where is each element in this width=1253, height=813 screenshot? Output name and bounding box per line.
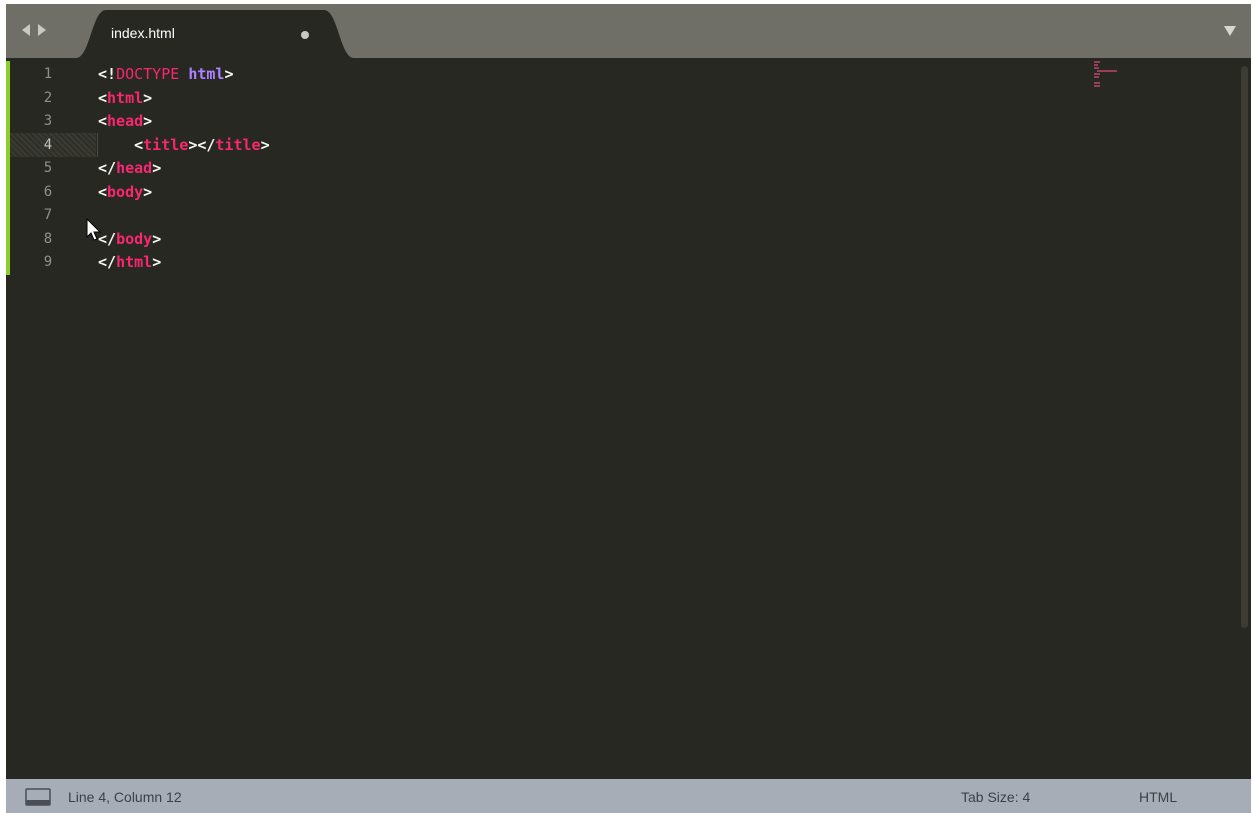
- mouse-pointer-icon: [86, 218, 102, 241]
- tab-bar: index.html: [6, 4, 1251, 58]
- scrollbar-thumb[interactable]: [1241, 66, 1248, 628]
- tab-nav-arrows: [20, 22, 48, 38]
- code-line[interactable]: 9 </html>: [6, 251, 1206, 275]
- line-number: 8: [43, 230, 53, 247]
- tab-title[interactable]: index.html: [111, 25, 175, 41]
- code-text: <body>: [98, 182, 153, 201]
- tab-size-setting[interactable]: Tab Size: 4: [961, 789, 1030, 805]
- code-text: <!DOCTYPE html>: [98, 65, 234, 83]
- line-number: 5: [43, 160, 53, 176]
- tab-menu-icon[interactable]: [1223, 25, 1237, 37]
- nav-forward-icon[interactable]: [36, 22, 48, 38]
- code-text: <title></title>: [134, 135, 270, 154]
- editor-window: index.html 1 <!DOCTYPE html> 2 <html> 3 …: [6, 4, 1251, 813]
- code-line[interactable]: 6 <body>: [6, 181, 1206, 205]
- panel-icon[interactable]: [25, 788, 51, 806]
- vertical-scrollbar[interactable]: [1238, 58, 1251, 779]
- line-number: 4: [43, 136, 53, 153]
- line-number: 2: [43, 89, 53, 106]
- code-line[interactable]: 7: [6, 204, 1206, 228]
- code-line[interactable]: 1 <!DOCTYPE html>: [6, 63, 1206, 87]
- line-number: 7: [43, 207, 53, 223]
- code-line[interactable]: 2 <html>: [6, 87, 1206, 111]
- line-number: 3: [43, 113, 53, 129]
- code-text: </body>: [98, 229, 162, 248]
- code-line-current[interactable]: 4 <title></title>: [6, 134, 1206, 158]
- cursor-position: Line 4, Column 12: [68, 789, 182, 805]
- code-text: </head>: [98, 159, 162, 177]
- status-bar: Line 4, Column 12 Tab Size: 4 HTML: [6, 779, 1251, 813]
- syntax-selector[interactable]: HTML: [1139, 789, 1177, 805]
- line-number: 1: [43, 66, 53, 82]
- code-line[interactable]: 3 <head>: [6, 110, 1206, 134]
- code-text: <html>: [98, 88, 153, 107]
- dirty-dot-icon[interactable]: [301, 31, 309, 39]
- code-line[interactable]: 8 </body>: [6, 228, 1206, 252]
- code-text: </html>: [98, 253, 162, 271]
- minimap[interactable]: [1094, 61, 1120, 91]
- line-number: 9: [43, 254, 53, 270]
- code-text: <head>: [98, 112, 153, 130]
- code-editor[interactable]: 1 <!DOCTYPE html> 2 <html> 3 <head> 4 <t…: [6, 58, 1251, 779]
- nav-back-icon[interactable]: [20, 22, 32, 38]
- line-number: 6: [43, 183, 53, 200]
- code-line[interactable]: 5 </head>: [6, 157, 1206, 181]
